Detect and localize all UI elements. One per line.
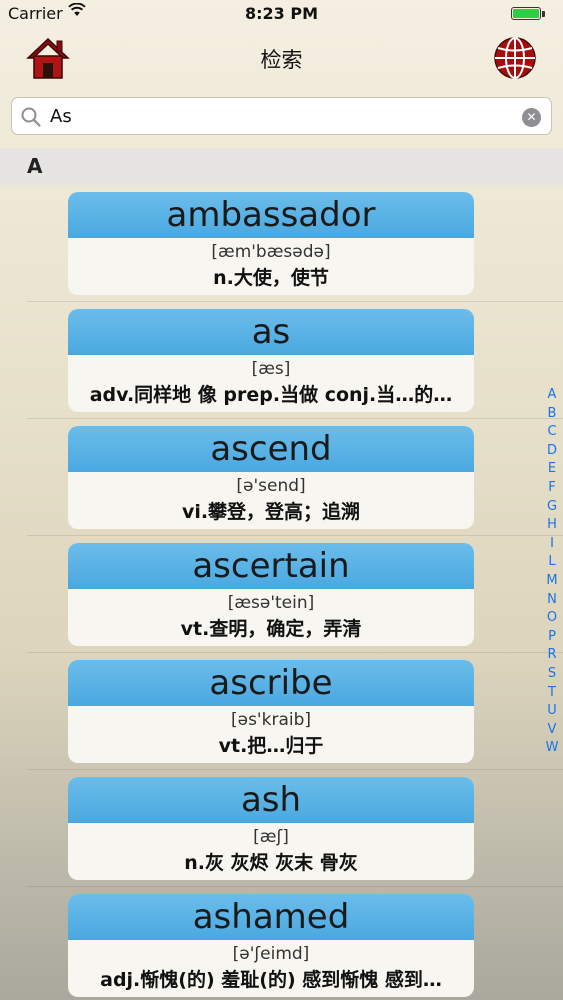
word-definition: vt.把…归于: [218, 735, 324, 757]
index-letter[interactable]: O: [543, 609, 561, 628]
word-headword: ascribe: [68, 660, 474, 706]
close-icon: ✕: [526, 110, 537, 124]
status-bar: Carrier 8:23 PM: [0, 0, 563, 30]
word-pronunciation: [æs]: [251, 359, 291, 379]
word-definition: vt.查明，确定，弄清: [180, 618, 362, 640]
word-row[interactable]: ambassador [æm'bæsədə] n.大使，使节: [0, 185, 563, 302]
word-headword: ascertain: [68, 543, 474, 589]
word-card[interactable]: ash [æʃ] n.灰 灰烬 灰末 骨灰: [68, 777, 474, 880]
alphabet-index[interactable]: ABCDEFGHILMNOPRSTUVW: [543, 386, 561, 758]
word-pronunciation: [æʃ]: [253, 827, 289, 847]
index-letter[interactable]: G: [543, 498, 561, 517]
battery-icon: [511, 7, 541, 20]
index-letter[interactable]: D: [543, 442, 561, 461]
section-header: A: [0, 148, 563, 185]
globe-icon: [494, 37, 536, 79]
word-row[interactable]: ascribe [əs'kraib] vt.把…归于: [0, 653, 563, 770]
word-card[interactable]: ascribe [əs'kraib] vt.把…归于: [68, 660, 474, 763]
word-row[interactable]: ascend [ə'send] vi.攀登，登高；追溯: [0, 419, 563, 536]
word-list: ambassador [æm'bæsədə] n.大使，使节 as [æs] adv.同样…: [0, 185, 563, 1000]
word-pronunciation: [əs'kraib]: [230, 710, 312, 730]
index-letter[interactable]: V: [543, 721, 561, 740]
index-letter[interactable]: W: [543, 739, 561, 758]
index-letter[interactable]: M: [543, 572, 561, 591]
word-row[interactable]: as [æs] adv.同样地 像 prep.当做 conj.当…的…: [0, 302, 563, 419]
word-card[interactable]: ascertain [æsə'tein] vt.查明，确定，弄清: [68, 543, 474, 646]
navigation-bar: 检索: [0, 30, 563, 90]
page-title: 检索: [260, 48, 303, 72]
index-letter[interactable]: N: [543, 591, 561, 610]
globe-button[interactable]: [492, 34, 538, 82]
clear-search-button[interactable]: ✕: [522, 108, 541, 127]
word-definition: adj.惭愧(的) 羞耻(的) 感到惭愧 感到…: [100, 969, 442, 991]
word-headword: ashamed: [68, 894, 474, 940]
word-headword: ambassador: [68, 192, 474, 238]
word-pronunciation: [ə'send]: [236, 476, 306, 496]
word-card[interactable]: ambassador [æm'bæsədə] n.大使，使节: [68, 192, 474, 295]
word-row[interactable]: ascertain [æsə'tein] vt.查明，确定，弄清: [0, 536, 563, 653]
search-input[interactable]: [50, 101, 510, 131]
section-letter: A: [27, 154, 43, 178]
search-bar: ✕: [0, 90, 563, 146]
word-definition: vi.攀登，登高；追溯: [181, 501, 361, 523]
index-letter[interactable]: A: [543, 386, 561, 405]
search-field[interactable]: ✕: [11, 97, 552, 135]
word-pronunciation: [æm'bæsədə]: [211, 242, 331, 262]
index-letter[interactable]: I: [543, 535, 561, 554]
index-letter[interactable]: L: [543, 553, 561, 572]
word-card[interactable]: ashamed [ə'ʃeimd] adj.惭愧(的) 羞耻(的) 感到惭愧 感到…: [68, 894, 474, 997]
index-letter[interactable]: F: [543, 479, 561, 498]
word-card[interactable]: as [æs] adv.同样地 像 prep.当做 conj.当…的…: [68, 309, 474, 412]
index-letter[interactable]: R: [543, 646, 561, 665]
index-letter[interactable]: H: [543, 516, 561, 535]
word-pronunciation: [æsə'tein]: [227, 593, 315, 613]
word-headword: ascend: [68, 426, 474, 472]
word-row[interactable]: ashamed [ə'ʃeimd] adj.惭愧(的) 羞耻(的) 感到惭愧 感到…: [0, 887, 563, 1000]
index-letter[interactable]: U: [543, 702, 561, 721]
word-definition: n.灰 灰烬 灰末 骨灰: [184, 852, 358, 874]
word-pronunciation: [ə'ʃeimd]: [232, 944, 310, 964]
index-letter[interactable]: S: [543, 665, 561, 684]
search-icon: [21, 107, 41, 127]
index-letter[interactable]: P: [543, 628, 561, 647]
index-letter[interactable]: C: [543, 423, 561, 442]
word-headword: ash: [68, 777, 474, 823]
word-card[interactable]: ascend [ə'send] vi.攀登，登高；追溯: [68, 426, 474, 529]
word-row[interactable]: ash [æʃ] n.灰 灰烬 灰末 骨灰: [0, 770, 563, 887]
clock: 8:23 PM: [244, 4, 318, 23]
index-letter[interactable]: E: [543, 460, 561, 479]
word-headword: as: [68, 309, 474, 355]
index-letter[interactable]: T: [543, 684, 561, 703]
index-letter[interactable]: B: [543, 405, 561, 424]
battery-tip: [542, 11, 545, 17]
word-definition: adv.同样地 像 prep.当做 conj.当…的…: [89, 384, 453, 406]
word-definition: n.大使，使节: [213, 267, 329, 289]
